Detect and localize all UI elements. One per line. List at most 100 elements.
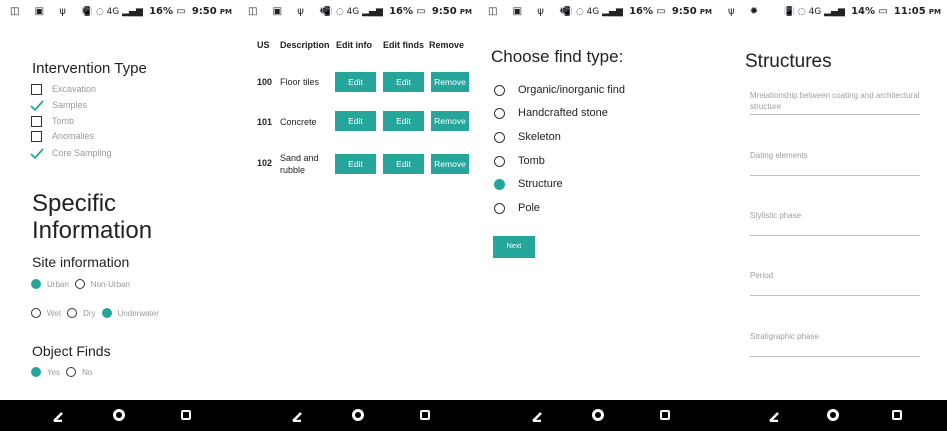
- edit-finds-button[interactable]: Edit: [383, 111, 424, 131]
- radio-selected-icon[interactable]: [101, 308, 112, 318]
- battery-icon: ▭: [416, 6, 426, 17]
- checkbox-unchecked-icon[interactable]: [31, 130, 42, 142]
- signal-icons: 📳 ◌ 4G ▂▄▆: [321, 7, 383, 17]
- checkbox-unchecked-icon[interactable]: [31, 83, 42, 95]
- header-edit-info: Edit info: [336, 40, 372, 50]
- radio-selected-icon[interactable]: [31, 279, 41, 289]
- checkbox-tomb[interactable]: Tomb: [31, 114, 74, 128]
- battery-icon: ▭: [878, 6, 888, 17]
- status-right: 📳 ◌ 4G ▂▄▆ 16% ▭ 9:50 PM: [82, 6, 232, 17]
- checkbox-label: Anomalies: [52, 131, 95, 141]
- description-line: Sand and: [280, 153, 319, 163]
- home-icon[interactable]: [352, 409, 364, 421]
- battery-percent: 16%: [149, 6, 173, 17]
- checkmark-icon[interactable]: [30, 147, 44, 159]
- option-structure[interactable]: Structure: [494, 176, 563, 192]
- signal-icons: 📳 ◌ 4G ▂▄▆: [783, 7, 845, 17]
- checkbox-core-sampling[interactable]: Core Sampling: [30, 146, 112, 160]
- cell-description: Sand and rubble: [280, 152, 319, 176]
- stratigraphic-phase-field[interactable]: Stratigraphic phase: [750, 331, 920, 357]
- back-icon[interactable]: [291, 409, 303, 423]
- clock-ampm: PM: [928, 8, 941, 16]
- radio-unselected-icon[interactable]: [67, 308, 78, 318]
- choose-find-type-title: Choose find type:: [491, 47, 624, 66]
- next-button[interactable]: Next: [493, 236, 535, 258]
- remove-button[interactable]: Remove: [431, 111, 469, 131]
- option-pole[interactable]: Pole: [494, 200, 540, 216]
- recent-apps-icon[interactable]: [892, 410, 903, 420]
- option-label: Tomb: [518, 155, 545, 167]
- recent-apps-icon[interactable]: [420, 410, 431, 420]
- checkmark-icon[interactable]: [30, 99, 44, 111]
- signal-icons: 📳 ◌ 4G ▂▄▆: [561, 7, 623, 17]
- navigation-bar: [478, 400, 718, 431]
- radio-selected-icon[interactable]: [494, 178, 505, 190]
- header-remove: Remove: [429, 40, 465, 50]
- table-row: 100 Floor tiles Edit Edit Remove: [238, 71, 478, 101]
- radio-label-yes[interactable]: Yes: [47, 368, 60, 377]
- radio-unselected-icon[interactable]: [66, 367, 77, 377]
- edit-info-button[interactable]: Edit: [335, 154, 376, 174]
- navigation-bar: [238, 400, 478, 431]
- clock-time: 9:50: [431, 6, 457, 17]
- notification-icons: ◫ ▣ ψ ✹: [488, 6, 574, 17]
- battery-percent: 16%: [389, 6, 413, 17]
- status-bar: ◫ ▣ ψ ✹ 📳 ◌ 4G ▂▄▆ 16% ▭ 9:50 PM: [238, 4, 478, 22]
- status-bar: ψ ✹ 📳 ◌ 4G ▂▄▆ 14% ▭ 11:05 PM: [718, 4, 947, 22]
- back-icon[interactable]: [52, 409, 64, 423]
- navigation-bar: [0, 400, 238, 431]
- stylistic-phase-field[interactable]: Stylistic phase: [750, 210, 920, 236]
- checkbox-excavation[interactable]: Excavation: [31, 82, 96, 96]
- specific-information-title: Specific Information: [32, 190, 152, 244]
- description-line: rubble: [280, 165, 306, 175]
- cell-us: 100: [257, 77, 273, 87]
- edit-info-button[interactable]: Edit: [335, 111, 376, 131]
- site-information-title: Site information: [32, 254, 130, 270]
- radio-label-wet[interactable]: Wet: [47, 309, 61, 318]
- checkbox-unchecked-icon[interactable]: [31, 115, 42, 127]
- period-field[interactable]: Period: [750, 270, 920, 296]
- clock-ampm: PM: [219, 8, 232, 16]
- radio-unselected-icon[interactable]: [494, 84, 505, 96]
- intervention-type-title: Intervention Type: [32, 60, 147, 77]
- home-icon[interactable]: [113, 409, 125, 421]
- radio-unselected-icon[interactable]: [31, 308, 41, 318]
- radio-label-dry[interactable]: Dry: [83, 309, 95, 318]
- checkbox-anomalies[interactable]: Anomalies: [31, 129, 94, 143]
- option-label: Handcrafted stone: [518, 107, 608, 119]
- edit-finds-button[interactable]: Edit: [383, 154, 424, 174]
- option-organic-inorganic[interactable]: Organic/inorganic find: [494, 82, 625, 98]
- screen-us-table: ◫ ▣ ψ ✹ 📳 ◌ 4G ▂▄▆ 16% ▭ 9:50 PM US Desc…: [238, 0, 478, 431]
- remove-button[interactable]: Remove: [431, 72, 469, 92]
- dating-elements-field[interactable]: Dating elements: [750, 150, 920, 176]
- radio-unselected-icon[interactable]: [494, 155, 505, 167]
- relationship-field[interactable]: Mrelationship between coating and archit…: [750, 90, 920, 115]
- home-icon[interactable]: [826, 409, 839, 421]
- back-icon[interactable]: [531, 409, 543, 423]
- radio-unselected-icon[interactable]: [494, 202, 505, 214]
- radio-selected-icon[interactable]: [31, 367, 41, 377]
- radio-unselected-icon[interactable]: [494, 107, 505, 119]
- recent-apps-icon[interactable]: [180, 410, 191, 420]
- radio-label-urban[interactable]: Urban: [47, 280, 69, 289]
- option-tomb[interactable]: Tomb: [494, 153, 545, 169]
- option-handcrafted-stone[interactable]: Handcrafted stone: [494, 105, 608, 121]
- edit-info-button[interactable]: Edit: [335, 72, 376, 92]
- radio-unselected-icon[interactable]: [494, 131, 505, 143]
- edit-finds-button[interactable]: Edit: [383, 72, 424, 92]
- recent-apps-icon[interactable]: [660, 410, 671, 420]
- table-header: US Description Edit info Edit finds Remo…: [238, 40, 478, 54]
- checkbox-label: Excavation: [52, 84, 97, 94]
- radio-label-underwater[interactable]: Underwater: [118, 309, 159, 318]
- back-icon[interactable]: [768, 409, 780, 423]
- urban-radio-group: Urban Non-Urban: [31, 277, 136, 291]
- radio-label-non-urban[interactable]: Non-Urban: [91, 280, 130, 289]
- remove-button[interactable]: Remove: [431, 154, 469, 174]
- option-skeleton[interactable]: Skeleton: [494, 129, 561, 145]
- radio-unselected-icon[interactable]: [74, 279, 85, 289]
- checkbox-samples[interactable]: Samples: [30, 98, 87, 112]
- radio-label-no[interactable]: No: [82, 368, 92, 377]
- home-icon[interactable]: [592, 409, 604, 421]
- battery-percent: 16%: [629, 6, 653, 17]
- header-us: US: [257, 40, 270, 50]
